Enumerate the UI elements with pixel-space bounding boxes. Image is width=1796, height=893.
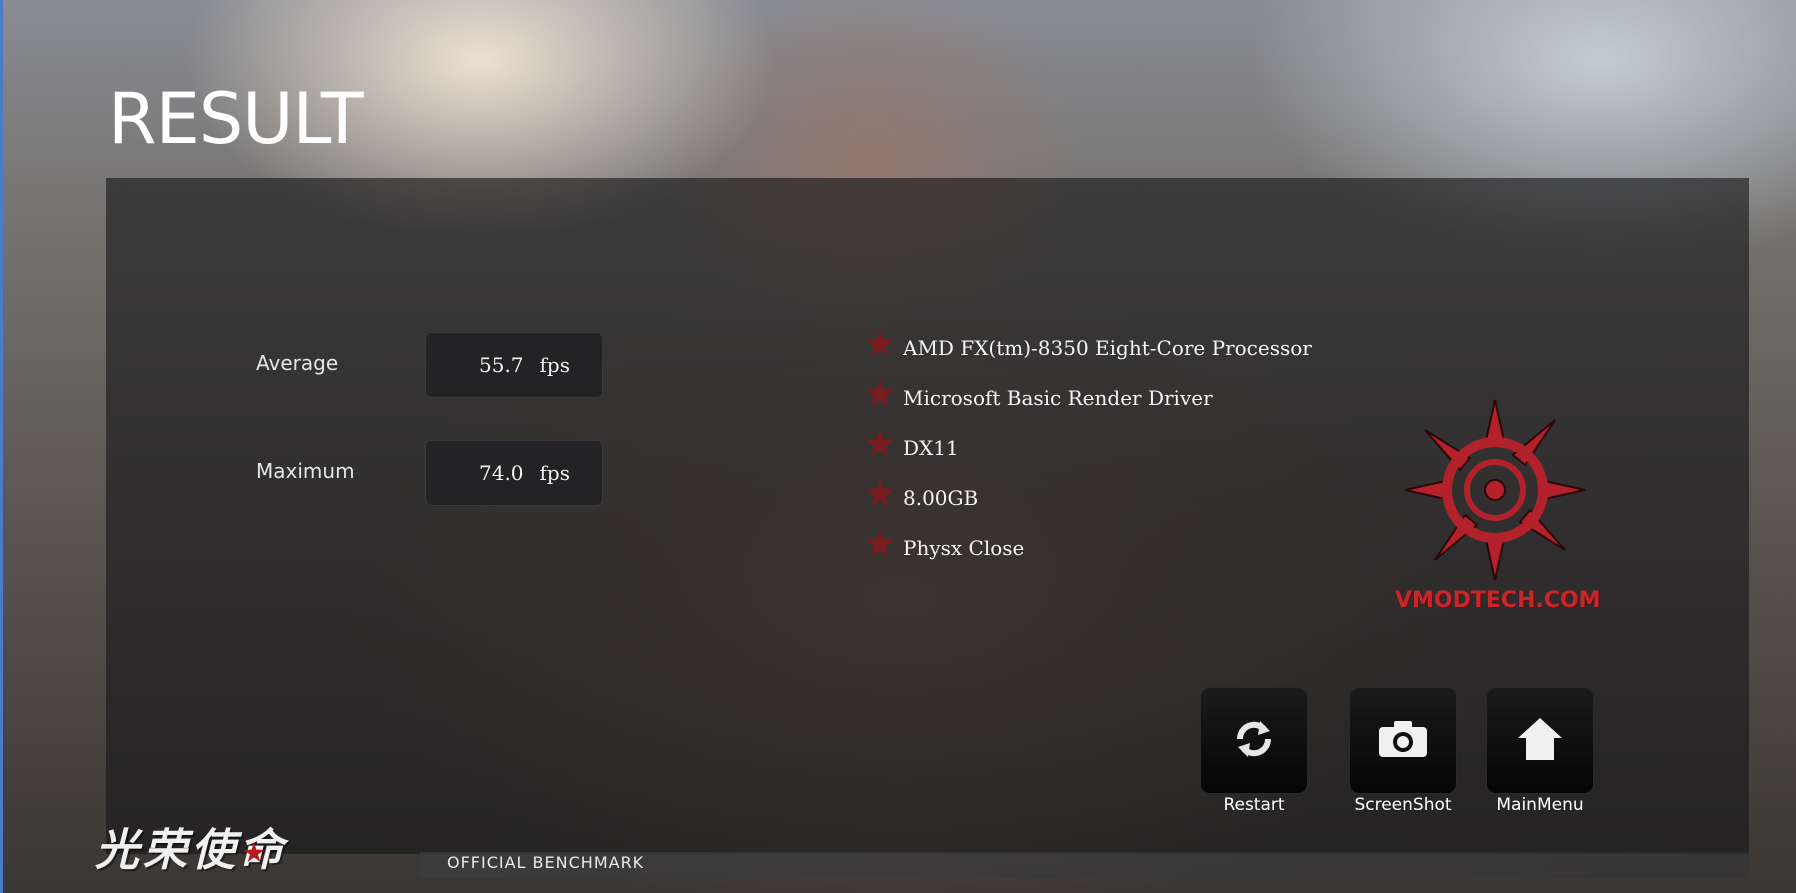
maximum-unit: fps: [539, 461, 570, 485]
average-unit: fps: [539, 353, 570, 377]
spec-item-gpu: Microsoft Basic Render Driver: [865, 379, 1213, 416]
spec-directx-text: DX11: [903, 436, 959, 460]
spec-item-physx: Physx Close: [865, 529, 1025, 566]
star-icon: [865, 479, 895, 507]
spec-item-memory: 8.00GB: [865, 479, 979, 516]
star-icon: [865, 429, 895, 457]
spec-item-cpu: AMD FX(tm)-8350 Eight-Core Processor: [865, 329, 1312, 366]
average-label: Average: [256, 351, 339, 375]
maximum-label: Maximum: [256, 459, 355, 483]
restart-button[interactable]: [1200, 687, 1308, 794]
refresh-icon: [1232, 717, 1276, 765]
maximum-value: 74.0: [479, 461, 524, 485]
screenshot-label: ScreenShot: [1354, 795, 1452, 815]
star-icon: [865, 379, 895, 407]
vmodtech-logo-icon: [1395, 390, 1595, 620]
spec-cpu-text: AMD FX(tm)-8350 Eight-Core Processor: [903, 336, 1312, 360]
spec-item-directx: DX11: [865, 429, 959, 466]
benchmark-subtitle: OFFICIAL BENCHMARK: [447, 853, 645, 872]
spec-gpu-text: Microsoft Basic Render Driver: [903, 386, 1213, 410]
average-value: 55.7: [479, 353, 524, 377]
star-icon: [865, 529, 895, 557]
page-title: RESULT: [108, 78, 364, 160]
screenshot-button[interactable]: [1349, 687, 1457, 794]
maximum-value-box: 74.0 fps: [425, 440, 603, 506]
mainmenu-button[interactable]: [1486, 687, 1594, 794]
game-logo: 光荣使命: [95, 825, 287, 876]
mainmenu-label: MainMenu: [1496, 795, 1584, 815]
average-value-box: 55.7 fps: [425, 332, 603, 398]
camera-icon: [1377, 719, 1429, 763]
star-icon: [865, 329, 895, 357]
window-left-edge: [0, 0, 3, 893]
home-icon: [1516, 716, 1564, 766]
spec-memory-text: 8.00GB: [903, 486, 979, 510]
vmodtech-watermark-text: VMODTECH.COM: [1395, 588, 1601, 613]
spec-physx-text: Physx Close: [903, 536, 1025, 560]
restart-label: Restart: [1223, 795, 1285, 815]
